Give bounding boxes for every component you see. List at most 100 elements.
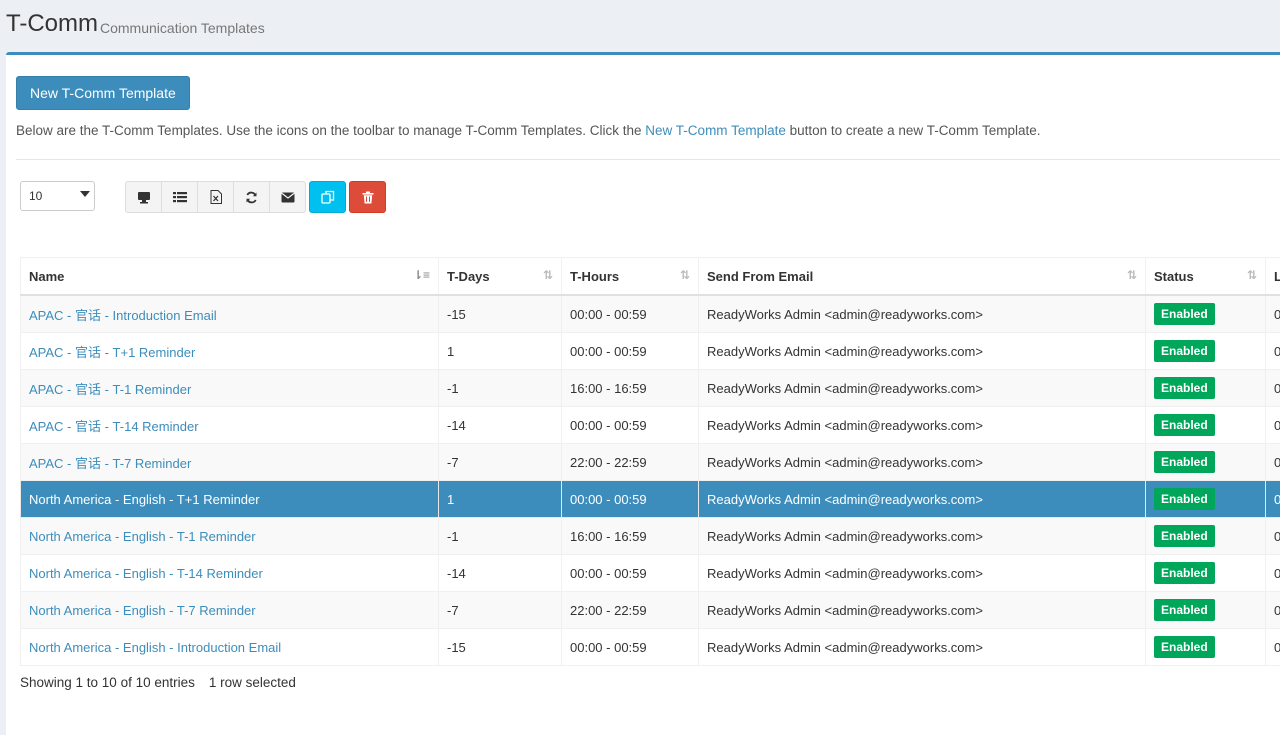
cell-email: ReadyWorks Admin <admin@readyworks.com> bbox=[699, 629, 1146, 666]
table-row[interactable]: North America - English - T-14 Reminder … bbox=[21, 555, 1280, 592]
cell-email: ReadyWorks Admin <admin@readyworks.com> bbox=[699, 407, 1146, 444]
table-row-selected[interactable]: North America - English - T+1 Reminder 1… bbox=[21, 481, 1280, 518]
column-header-label: T-Days bbox=[447, 269, 490, 284]
page-subtitle: Communication Templates bbox=[100, 20, 265, 36]
column-header-thours[interactable]: T-Hours ⇅ bbox=[562, 258, 699, 296]
entries-info: Showing 1 to 10 of 10 entries bbox=[20, 675, 195, 690]
table-row[interactable]: APAC - 官话 - T-1 Reminder -1 16:00 - 16:5… bbox=[21, 370, 1280, 407]
status-badge: Enabled bbox=[1154, 525, 1215, 547]
list-button[interactable] bbox=[161, 181, 198, 213]
cell-tdays: -14 bbox=[439, 407, 562, 444]
selection-info: 1 row selected bbox=[209, 675, 296, 690]
cell-truncated: 0 bbox=[1266, 333, 1280, 370]
status-badge: Enabled bbox=[1154, 303, 1215, 325]
sort-icon: ⇅ bbox=[543, 268, 553, 282]
delete-button[interactable] bbox=[349, 181, 386, 213]
intro-text-before: Below are the T-Comm Templates. Use the … bbox=[16, 123, 645, 138]
sort-ascending-icon: ⇂≡ bbox=[413, 268, 430, 282]
cell-thours: 00:00 - 00:59 bbox=[562, 407, 699, 444]
refresh-button[interactable] bbox=[233, 181, 270, 213]
cell-name: APAC - 官话 - T+1 Reminder bbox=[21, 333, 439, 370]
new-template-link[interactable]: New T-Comm Template bbox=[645, 123, 786, 138]
monitor-icon bbox=[137, 191, 151, 204]
cell-name: North America - English - T-14 Reminder bbox=[21, 555, 439, 592]
template-link[interactable]: APAC - 官话 - T-14 Reminder bbox=[29, 419, 199, 434]
column-header-send-from-email[interactable]: Send From Email ⇅ bbox=[699, 258, 1146, 296]
cell-truncated: 0 bbox=[1266, 295, 1280, 333]
cell-status: Enabled bbox=[1146, 333, 1266, 370]
cell-truncated: 0 bbox=[1266, 444, 1280, 481]
sort-icon: ⇅ bbox=[680, 268, 690, 282]
monitor-button[interactable] bbox=[125, 181, 162, 213]
cell-email: ReadyWorks Admin <admin@readyworks.com> bbox=[699, 555, 1146, 592]
cell-thours: 22:00 - 22:59 bbox=[562, 444, 699, 481]
cell-email: ReadyWorks Admin <admin@readyworks.com> bbox=[699, 481, 1146, 518]
column-header-tdays[interactable]: T-Days ⇅ bbox=[439, 258, 562, 296]
excel-export-icon bbox=[210, 190, 222, 204]
cell-status: Enabled bbox=[1146, 444, 1266, 481]
status-badge: Enabled bbox=[1154, 488, 1215, 510]
table-row[interactable]: North America - English - Introduction E… bbox=[21, 629, 1280, 666]
template-link[interactable]: North America - English - T-1 Reminder bbox=[29, 529, 256, 544]
template-link[interactable]: North America - English - T-14 Reminder bbox=[29, 566, 263, 581]
cell-name[interactable]: North America - English - T+1 Reminder bbox=[21, 481, 439, 518]
table-row[interactable]: APAC - 官话 - T-14 Reminder -14 00:00 - 00… bbox=[21, 407, 1280, 444]
column-header-label: Name bbox=[29, 269, 64, 284]
cell-email: ReadyWorks Admin <admin@readyworks.com> bbox=[699, 295, 1146, 333]
template-link[interactable]: North America - English - Introduction E… bbox=[29, 640, 281, 655]
cell-tdays: -7 bbox=[439, 592, 562, 629]
status-badge: Enabled bbox=[1154, 340, 1215, 362]
table-row[interactable]: APAC - 官话 - Introduction Email -15 00:00… bbox=[21, 295, 1280, 333]
cell-truncated: 0 bbox=[1266, 518, 1280, 555]
status-badge: Enabled bbox=[1154, 562, 1215, 584]
cell-tdays: -1 bbox=[439, 370, 562, 407]
intro-text-after: button to create a new T-Comm Template. bbox=[786, 123, 1041, 138]
template-link[interactable]: APAC - 官话 - T+1 Reminder bbox=[29, 345, 195, 360]
column-header-truncated[interactable]: L bbox=[1266, 258, 1280, 296]
table-row[interactable]: APAC - 官话 - T-7 Reminder -7 22:00 - 22:5… bbox=[21, 444, 1280, 481]
table-row[interactable]: APAC - 官话 - T+1 Reminder 1 00:00 - 00:59… bbox=[21, 333, 1280, 370]
cell-email: ReadyWorks Admin <admin@readyworks.com> bbox=[699, 518, 1146, 555]
new-template-button[interactable]: New T-Comm Template bbox=[16, 76, 190, 110]
table-info: Showing 1 to 10 of 10 entries 1 row selec… bbox=[20, 675, 296, 690]
table-row[interactable]: North America - English - T-7 Reminder -… bbox=[21, 592, 1280, 629]
cell-name: APAC - 官话 - T-1 Reminder bbox=[21, 370, 439, 407]
template-link[interactable]: APAC - 官话 - T-1 Reminder bbox=[29, 382, 191, 397]
cell-tdays: -14 bbox=[439, 555, 562, 592]
cell-name: APAC - 官话 - T-14 Reminder bbox=[21, 407, 439, 444]
cell-name: APAC - 官话 - T-7 Reminder bbox=[21, 444, 439, 481]
column-header-label: Status bbox=[1154, 269, 1194, 284]
template-link[interactable]: North America - English - T-7 Reminder bbox=[29, 603, 256, 618]
cell-thours: 00:00 - 00:59 bbox=[562, 555, 699, 592]
cell-tdays: -15 bbox=[439, 629, 562, 666]
copy-button[interactable] bbox=[309, 181, 346, 213]
cell-name: APAC - 官话 - Introduction Email bbox=[21, 295, 439, 333]
column-header-status[interactable]: Status⇅ bbox=[1146, 258, 1266, 296]
cell-email: ReadyWorks Admin <admin@readyworks.com> bbox=[699, 592, 1146, 629]
refresh-icon bbox=[245, 191, 258, 204]
cell-thours: 22:00 - 22:59 bbox=[562, 592, 699, 629]
table-row[interactable]: North America - English - T-1 Reminder -… bbox=[21, 518, 1280, 555]
template-link[interactable]: APAC - 官话 - T-7 Reminder bbox=[29, 456, 191, 471]
column-header-label: T-Hours bbox=[570, 269, 619, 284]
cell-tdays: 1 bbox=[439, 481, 562, 518]
status-badge: Enabled bbox=[1154, 599, 1215, 621]
excel-export-button[interactable] bbox=[197, 181, 234, 213]
cell-tdays: -1 bbox=[439, 518, 562, 555]
page-size-select[interactable]: 10 bbox=[20, 181, 95, 211]
cell-thours: 16:00 - 16:59 bbox=[562, 370, 699, 407]
cell-status: Enabled bbox=[1146, 407, 1266, 444]
table-header-row: Name ⇂≡ T-Days ⇅ T-Hours ⇅ Send From Email ⇅… bbox=[21, 258, 1280, 296]
cell-status: Enabled bbox=[1146, 629, 1266, 666]
sort-icon: ⇅ bbox=[1127, 268, 1137, 282]
cell-email: ReadyWorks Admin <admin@readyworks.com> bbox=[699, 444, 1146, 481]
cell-email: ReadyWorks Admin <admin@readyworks.com> bbox=[699, 370, 1146, 407]
column-header-label: Send From Email bbox=[707, 269, 813, 284]
column-header-name[interactable]: Name ⇂≡ bbox=[21, 258, 439, 296]
cell-truncated: 0 bbox=[1266, 481, 1280, 518]
cell-email: ReadyWorks Admin <admin@readyworks.com> bbox=[699, 333, 1146, 370]
cell-status: Enabled bbox=[1146, 518, 1266, 555]
cell-truncated: 0 bbox=[1266, 555, 1280, 592]
email-button[interactable] bbox=[269, 181, 306, 213]
template-link[interactable]: APAC - 官话 - Introduction Email bbox=[29, 308, 217, 323]
